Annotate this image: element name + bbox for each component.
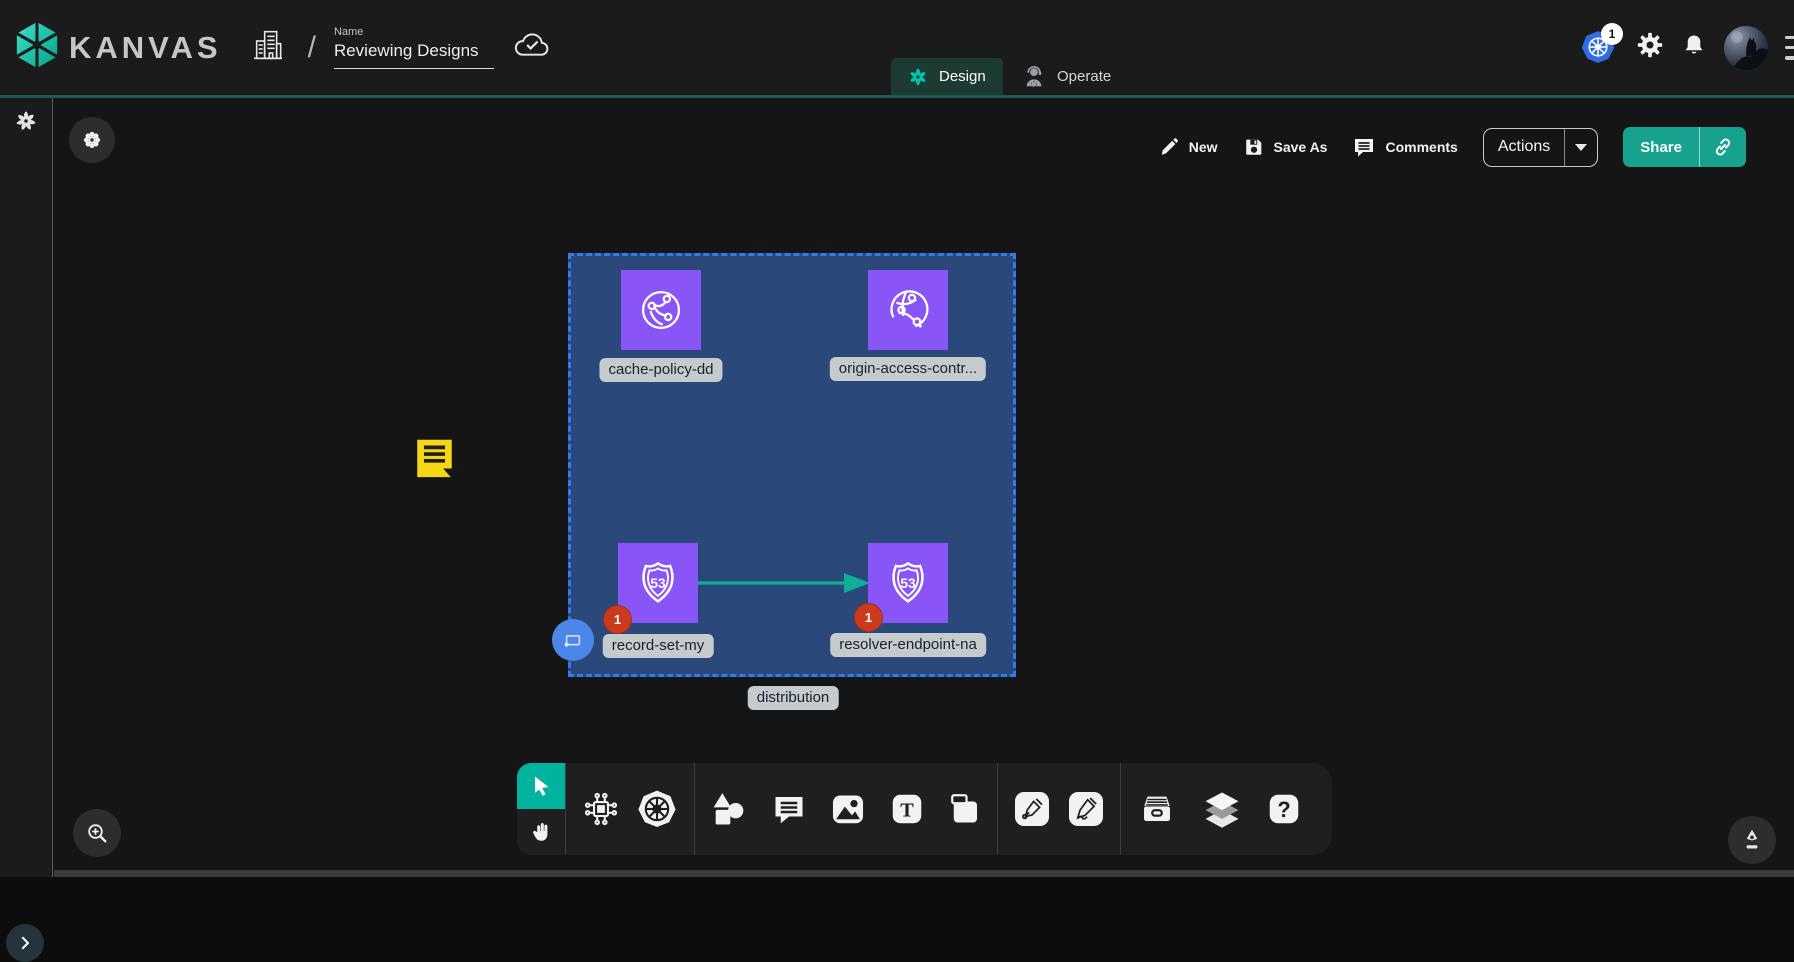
tab-operate[interactable]: Operate <box>1005 58 1127 95</box>
user-avatar[interactable] <box>1724 26 1768 70</box>
tab-bar-underline <box>0 95 1794 98</box>
tool-layers[interactable] <box>1200 787 1244 831</box>
share-button[interactable]: Share <box>1623 127 1746 167</box>
infra-tools-group <box>566 763 694 855</box>
pen-mode-button[interactable] <box>1728 816 1776 864</box>
tool-shapes[interactable] <box>709 789 749 829</box>
tool-kubernetes[interactable] <box>636 788 678 830</box>
tool-image[interactable] <box>829 790 867 828</box>
comments-button[interactable]: Comments <box>1352 135 1457 159</box>
tool-pan[interactable] <box>517 809 565 855</box>
breadcrumb-separator: / <box>308 31 316 65</box>
kubernetes-context-button[interactable]: 1 <box>1581 30 1619 66</box>
menu-hamburger-icon[interactable] <box>1785 36 1794 60</box>
copy-link-button[interactable] <box>1699 127 1746 167</box>
svg-text:T: T <box>900 800 914 822</box>
actions-dropdown-button[interactable]: Actions <box>1483 128 1598 167</box>
tab-design[interactable]: Design <box>891 58 1003 95</box>
dock-pinwheel-icon[interactable] <box>13 108 39 139</box>
organization-icon[interactable] <box>252 27 284 68</box>
kubernetes-wheel-icon <box>636 788 678 830</box>
layers-icon <box>1200 787 1244 831</box>
svg-text:53: 53 <box>900 576 916 591</box>
tool-edge-pen[interactable] <box>1015 792 1049 826</box>
hand-icon <box>529 820 553 844</box>
tab-operate-label: Operate <box>1057 68 1111 85</box>
left-dock <box>0 98 53 877</box>
sync-status-cloud-icon <box>514 31 550 64</box>
kanvas-logo-icon <box>14 20 60 75</box>
cloudfront-globe-alt-icon <box>883 285 933 335</box>
tool-infrastructure[interactable] <box>582 790 620 828</box>
edge-record-set-to-resolver[interactable] <box>696 570 874 596</box>
circuit-icon <box>582 790 620 828</box>
group-drag-handle[interactable] <box>552 619 594 661</box>
new-button[interactable]: New <box>1158 136 1218 158</box>
text-tool-icon: T <box>889 791 925 827</box>
tab-design-label: Design <box>939 68 986 85</box>
node-label[interactable]: resolver-endpoint-na <box>830 633 986 657</box>
tool-text[interactable]: T <box>889 791 925 827</box>
drawer-icon <box>1136 790 1178 828</box>
edge-pen-icon <box>1019 796 1045 822</box>
tool-sketch-pen[interactable] <box>1069 792 1103 826</box>
tool-help[interactable]: ? <box>1266 791 1302 827</box>
svg-text:?: ? <box>1277 797 1290 822</box>
tool-select[interactable] <box>517 763 565 809</box>
image-icon <box>829 790 867 828</box>
comment-bubble-icon <box>771 791 807 827</box>
header-right-group: 1 <box>1581 0 1794 95</box>
group-label[interactable]: distribution <box>748 686 839 710</box>
node-route53-record-set[interactable]: 53 <box>618 543 698 623</box>
node-label[interactable]: cache-policy-dd <box>599 358 722 382</box>
zoom-in-button[interactable] <box>73 809 121 857</box>
kubernetes-context-count-badge: 1 <box>1601 23 1623 45</box>
design-name-label: Name <box>334 26 494 38</box>
node-cloudfront-origin-access-control[interactable] <box>868 270 948 350</box>
cursor-icon <box>529 774 553 798</box>
route53-shield-icon: 53 <box>883 558 933 608</box>
design-name-input[interactable] <box>334 39 494 69</box>
frame-icon <box>562 629 584 651</box>
chevron-down-icon <box>1575 144 1587 151</box>
design-name-block: Name <box>334 26 494 69</box>
sketch-pen-icon <box>1073 796 1099 822</box>
bottom-edge-strip <box>54 870 1794 877</box>
tool-card[interactable] <box>947 791 983 827</box>
node-label[interactable]: record-set-my <box>603 634 714 658</box>
help-icon: ? <box>1266 791 1302 827</box>
pencil-icon <box>1158 136 1180 158</box>
comment-marker-icon[interactable] <box>411 433 458 484</box>
comment-icon <box>1352 135 1376 159</box>
cloudfront-globe-icon <box>636 285 686 335</box>
node-label[interactable]: origin-access-contr... <box>830 357 986 381</box>
expand-dock-button[interactable] <box>6 924 44 962</box>
shapes-icon <box>709 789 749 829</box>
node-issue-badge: 1 <box>854 603 883 632</box>
brand-wordmark: KANVAS <box>69 30 222 66</box>
actions-caret[interactable] <box>1564 129 1597 166</box>
tool-drawer[interactable] <box>1136 790 1178 828</box>
canvas-action-bar: New Save As Comments Actions Share <box>1158 127 1746 167</box>
tool-comment[interactable] <box>771 791 807 827</box>
node-issue-badge: 1 <box>603 605 632 634</box>
tools-toolbar: T <box>517 763 1332 855</box>
save-icon <box>1243 136 1265 158</box>
route53-shield-icon: 53 <box>633 558 683 608</box>
canvas-settings-button[interactable] <box>69 117 115 163</box>
card-icon <box>947 791 983 827</box>
node-cloudfront-cache-policy[interactable] <box>621 270 701 350</box>
pen-tools-group <box>998 763 1120 855</box>
content-tools-group: T <box>695 763 997 855</box>
svg-text:53: 53 <box>650 576 666 591</box>
misc-tools-group: ? <box>1121 763 1317 855</box>
pointer-tools-column <box>517 763 565 855</box>
link-icon <box>1711 135 1735 159</box>
save-as-button[interactable]: Save As <box>1243 136 1328 158</box>
header-left-group: KANVAS / Name <box>14 0 550 95</box>
notifications-bell-icon[interactable] <box>1681 31 1707 64</box>
settings-gear-icon[interactable] <box>1636 31 1664 64</box>
